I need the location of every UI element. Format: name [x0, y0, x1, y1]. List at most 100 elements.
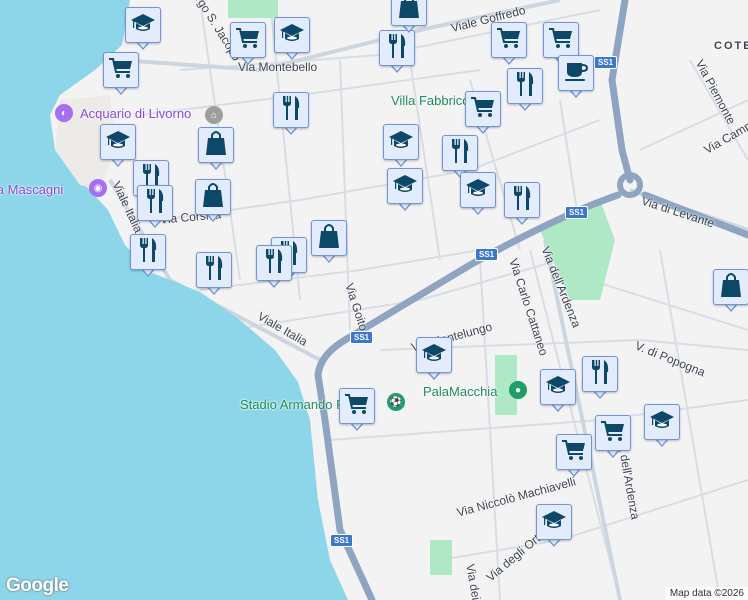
marker-box — [504, 182, 540, 218]
map-marker-graduation[interactable] — [125, 7, 161, 53]
map-marker-cup[interactable] — [558, 55, 594, 101]
marker-box — [644, 404, 680, 440]
marker-box — [383, 124, 419, 160]
map-marker-graduation[interactable] — [540, 369, 576, 415]
map-marker-food[interactable] — [507, 68, 543, 114]
graduation-icon — [388, 129, 414, 156]
marker-box — [198, 127, 234, 163]
map-marker-food[interactable] — [196, 252, 232, 298]
map-marker-food[interactable] — [273, 92, 309, 138]
map-marker-food[interactable] — [137, 185, 173, 231]
map-marker-food[interactable] — [379, 30, 415, 76]
district-label: COTETO — [714, 40, 748, 52]
cart-icon — [496, 27, 522, 54]
marker-box — [195, 179, 231, 215]
google-logo[interactable]: Google — [6, 575, 69, 597]
poi-label-palamacchia[interactable]: PalaMacchia — [423, 384, 497, 399]
map-marker-food[interactable] — [582, 356, 618, 402]
marker-box — [713, 269, 748, 305]
food-icon — [386, 33, 408, 64]
graduation-icon — [545, 374, 571, 401]
route-shield: SS1 — [565, 206, 589, 219]
map-marker-shop[interactable] — [198, 127, 234, 173]
map-marker-shop[interactable] — [713, 269, 748, 315]
marker-box — [460, 172, 496, 208]
shop-icon — [398, 0, 420, 24]
map-marker-graduation[interactable] — [100, 124, 136, 170]
graduation-icon — [649, 409, 675, 436]
roundabout — [617, 172, 643, 198]
map-marker-food[interactable] — [504, 182, 540, 228]
marker-box — [387, 168, 423, 204]
graduation-icon — [541, 509, 567, 536]
cart-icon — [561, 439, 587, 466]
graduation-icon — [279, 22, 305, 49]
marker-box — [416, 337, 452, 373]
shop-icon — [202, 182, 224, 213]
graduation-icon — [130, 12, 156, 39]
map-marker-graduation[interactable] — [460, 172, 496, 218]
food-icon — [514, 71, 536, 102]
poi-label-acquario[interactable]: Acquario di Livorno — [80, 106, 191, 121]
graduation-icon — [392, 173, 418, 200]
map-marker-cart[interactable] — [103, 52, 139, 98]
graduation-icon — [105, 129, 131, 156]
cart-icon — [108, 57, 134, 84]
poi-label-mascagni[interactable]: Piazza Mascagni — [0, 182, 63, 197]
marker-box — [125, 7, 161, 43]
museum-icon[interactable]: ⌂ — [205, 106, 223, 124]
marker-box — [543, 22, 579, 58]
map-attribution[interactable]: Map data ©2026 — [665, 587, 748, 600]
map-marker-cart[interactable] — [595, 415, 631, 461]
marker-box — [391, 0, 427, 26]
map-marker-graduation[interactable] — [383, 124, 419, 170]
food-icon — [280, 95, 302, 126]
marker-box — [130, 234, 166, 270]
camera-icon[interactable]: ◉ — [89, 179, 107, 197]
marker-box — [274, 17, 310, 53]
stadium-icon[interactable]: ⚽ — [387, 393, 405, 411]
map-marker-cart[interactable] — [465, 91, 501, 137]
map-marker-graduation[interactable] — [644, 404, 680, 450]
map-marker-cart[interactable] — [339, 388, 375, 434]
map-marker-shop[interactable] — [195, 179, 231, 225]
map-marker-graduation[interactable] — [536, 504, 572, 550]
shop-icon — [205, 130, 227, 161]
marker-box — [595, 415, 631, 451]
shop-icon — [720, 272, 742, 303]
map-canvas[interactable]: Viale Goffredo Via Montebello Borgo S. J… — [0, 0, 748, 600]
aquarium-icon[interactable]: ◐ — [55, 104, 73, 122]
map-marker-graduation[interactable] — [387, 168, 423, 214]
food-icon — [263, 248, 285, 279]
marker-box — [256, 245, 292, 281]
map-marker-cart[interactable] — [491, 22, 527, 68]
marker-box — [137, 185, 173, 221]
map-marker-graduation[interactable] — [416, 337, 452, 383]
marker-box — [558, 55, 594, 91]
marker-box — [196, 252, 232, 288]
marker-box — [230, 22, 266, 58]
map-marker-food[interactable] — [256, 245, 292, 291]
map-marker-cart[interactable] — [230, 22, 266, 68]
cart-icon — [548, 27, 574, 54]
marker-box — [582, 356, 618, 392]
route-shield: SS1 — [475, 248, 499, 261]
food-icon — [589, 359, 611, 390]
map-marker-shop[interactable] — [391, 0, 427, 36]
map-marker-shop[interactable] — [311, 220, 347, 266]
water — [0, 0, 348, 600]
place-pin-icon[interactable]: ● — [509, 381, 527, 399]
cart-icon — [344, 393, 370, 420]
food-icon — [137, 237, 159, 268]
marker-box — [540, 369, 576, 405]
marker-box — [273, 92, 309, 128]
cup-icon — [563, 60, 589, 87]
marker-box — [339, 388, 375, 424]
food-icon — [144, 188, 166, 219]
marker-box — [491, 22, 527, 58]
map-marker-cart[interactable] — [556, 434, 592, 480]
marker-box — [556, 434, 592, 470]
map-marker-graduation[interactable] — [274, 17, 310, 63]
route-shield: SS1 — [350, 331, 374, 344]
map-marker-food[interactable] — [130, 234, 166, 280]
